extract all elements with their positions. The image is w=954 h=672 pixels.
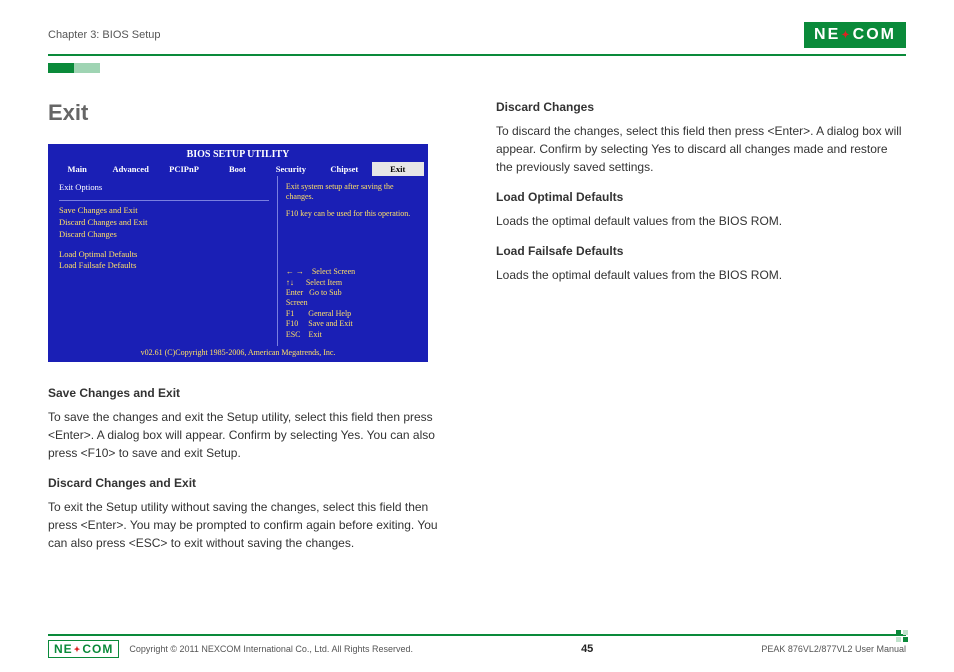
bios-key-legend: ← → Select Screen ↑↓ Select Item Enter G… [286,267,417,340]
body-discard-changes-exit: To exit the Setup utility without saving… [48,498,458,552]
body-discard-changes: To discard the changes, select this fiel… [496,122,906,176]
bios-key-6: ESC Exit [286,330,417,340]
footer-manual-name: PEAK 876VL2/877VL2 User Manual [761,644,906,654]
footer-nexcom-logo: NE✦COM [48,640,119,658]
bios-opt-discard[interactable]: Discard Changes [59,229,269,241]
bios-tab-main[interactable]: Main [51,162,104,176]
footer-copyright: Copyright © 2011 NEXCOM International Co… [129,644,413,654]
body-save-changes-exit: To save the changes and exit the Setup u… [48,408,458,462]
bios-tab-chipset[interactable]: Chipset [318,162,371,176]
right-column: Discard Changes To discard the changes, … [496,100,906,562]
left-column: Exit BIOS SETUP UTILITY Main Advanced PC… [48,100,458,562]
bios-key-2: Enter Go to Sub [286,288,417,298]
bios-title: BIOS SETUP UTILITY [51,147,425,162]
bios-help-pane: Exit system setup after saving the chang… [277,176,425,346]
bios-opt-load-optimal[interactable]: Load Optimal Defaults [59,249,269,261]
footer-ornament-icon [896,630,910,644]
bios-hint-2: F10 key can be used for this operation. [286,209,417,219]
page-footer: NE✦COM Copyright © 2011 NEXCOM Internati… [48,634,906,658]
bios-options-header: Exit Options [59,182,269,194]
logo-dot-icon: ✦ [74,645,82,654]
bios-key-3: Screen [286,298,417,308]
bios-tab-pcipnp[interactable]: PCIPnP [158,162,211,176]
body-load-optimal: Loads the optimal default values from th… [496,212,906,230]
bios-key-1: ↑↓ Select Item [286,278,417,288]
bios-options-pane: Exit Options Save Changes and Exit Disca… [51,176,277,346]
heading-load-optimal: Load Optimal Defaults [496,190,906,204]
bios-key-5: F10 Save and Exit [286,319,417,329]
bios-tab-exit[interactable]: Exit [372,162,425,176]
nexcom-logo: NE✦COM [804,22,906,48]
bios-key-4: F1 General Help [286,309,417,319]
bios-opt-discard-exit[interactable]: Discard Changes and Exit [59,217,269,229]
body-load-failsafe: Loads the optimal default values from th… [496,266,906,284]
bios-tab-advanced[interactable]: Advanced [104,162,157,176]
logo-left: NE [814,26,840,44]
page-title: Exit [48,100,458,126]
header-bar: Chapter 3: BIOS Setup NE✦COM [48,22,906,56]
bios-panel: BIOS SETUP UTILITY Main Advanced PCIPnP … [48,144,428,362]
heading-discard-changes-exit: Discard Changes and Exit [48,476,458,490]
heading-save-changes-exit: Save Changes and Exit [48,386,458,400]
bios-tab-security[interactable]: Security [265,162,318,176]
bios-key-0: ← → Select Screen [286,267,417,277]
bios-divider [59,200,269,201]
bios-tab-boot[interactable]: Boot [211,162,264,176]
logo-right: COM [853,26,896,44]
chapter-title: Chapter 3: BIOS Setup [48,29,161,41]
bios-footer: v02.61 (C)Copyright 1985-2006, American … [51,346,425,359]
page-number: 45 [581,643,593,655]
header-accent [48,62,906,72]
bios-hint-1: Exit system setup after saving the chang… [286,182,417,203]
bios-opt-save-exit[interactable]: Save Changes and Exit [59,205,269,217]
heading-load-failsafe: Load Failsafe Defaults [496,244,906,258]
bios-tabs: Main Advanced PCIPnP Boot Security Chips… [51,162,425,176]
heading-discard-changes: Discard Changes [496,100,906,114]
logo-dot-icon: ✦ [841,30,851,41]
bios-opt-load-failsafe[interactable]: Load Failsafe Defaults [59,260,269,272]
